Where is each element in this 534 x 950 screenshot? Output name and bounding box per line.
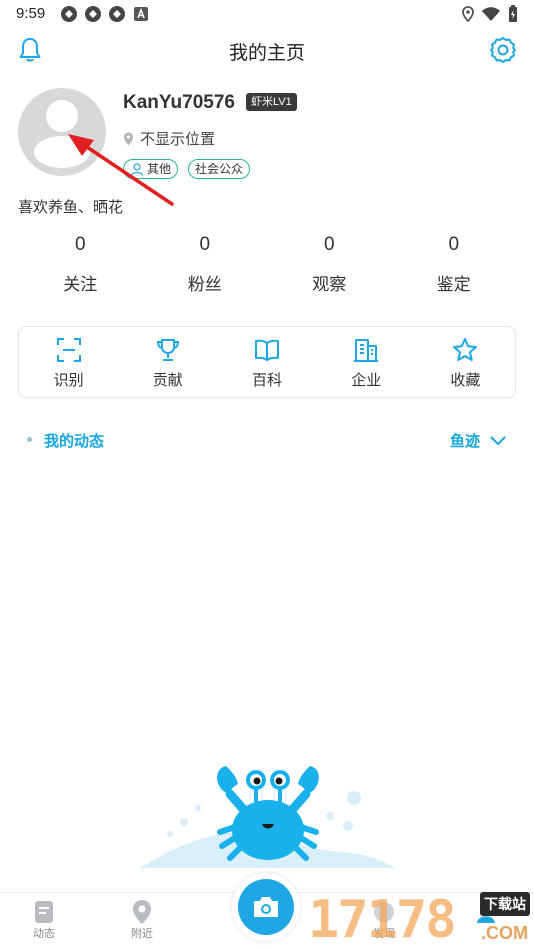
trophy-icon	[156, 339, 179, 361]
status-time: 9:59	[16, 5, 46, 22]
stat-observations[interactable]: 0 观察	[267, 234, 392, 295]
scan-icon	[56, 338, 81, 362]
feature-bar: 识别 贡献 百科 企业 收藏	[18, 326, 516, 398]
gear-icon[interactable]	[488, 35, 518, 65]
feature-encyclopedia[interactable]: 百科	[217, 327, 316, 397]
building-icon	[354, 339, 379, 362]
posts-filter-dropdown[interactable]: 鱼迹	[450, 430, 506, 451]
tag-public: 社会公众	[188, 159, 251, 179]
feature-enterprise[interactable]: 企业	[317, 327, 416, 397]
feature-identify[interactable]: 识别	[19, 327, 118, 397]
stat-value: 0	[448, 234, 460, 255]
annotation-arrow-icon	[68, 134, 174, 206]
app-header: 我的主页	[0, 28, 534, 72]
app-notification-icon	[84, 5, 102, 23]
feature-label: 收藏	[450, 372, 481, 389]
camera-button[interactable]	[232, 873, 300, 941]
book-icon	[255, 339, 279, 361]
level-badge: 虾米LV1	[246, 93, 297, 111]
camera-button-inner	[238, 879, 294, 935]
empty-state-crab-icon	[140, 766, 396, 868]
stat-following[interactable]: 0 关注	[18, 234, 143, 295]
stats-row: 0 关注 0 粉丝 0 观察 0 鉴定	[18, 234, 516, 295]
location-pin-icon	[133, 900, 151, 924]
watermark-domain: .COM	[481, 923, 528, 943]
wifi-icon	[482, 7, 500, 21]
app-notification-icon	[108, 5, 126, 23]
feature-label: 企业	[351, 372, 382, 389]
a-notification-icon	[132, 5, 150, 23]
stat-label: 关注	[63, 275, 98, 294]
username: KanYu70576	[123, 92, 235, 113]
nav-feed[interactable]: 动态	[32, 899, 56, 941]
posts-filter-label: 鱼迹	[449, 433, 480, 450]
feature-label: 识别	[53, 372, 84, 389]
feature-label: 贡献	[152, 372, 183, 389]
feature-contribution[interactable]: 贡献	[118, 327, 217, 397]
stat-label: 粉丝	[187, 275, 222, 294]
feature-favorites[interactable]: 收藏	[416, 327, 515, 397]
stat-identifications[interactable]: 0 鉴定	[392, 234, 517, 295]
location-icon	[462, 6, 474, 22]
nav-nearby[interactable]: 附近	[130, 899, 154, 941]
tag-label: 社会公众	[195, 161, 244, 176]
stat-label: 观察	[312, 275, 347, 294]
stat-followers[interactable]: 0 粉丝	[143, 234, 268, 295]
notification-icons	[60, 5, 150, 23]
star-icon	[453, 338, 478, 361]
feature-label: 百科	[252, 372, 283, 389]
feed-icon	[35, 901, 53, 923]
stat-label: 鉴定	[436, 275, 471, 294]
page-title: 我的主页	[228, 43, 305, 64]
chevron-down-icon	[490, 435, 506, 445]
status-bar: 9:59	[0, 0, 534, 28]
app-notification-icon	[60, 5, 78, 23]
watermark-site: 下载站	[480, 892, 530, 916]
camera-icon	[254, 897, 278, 917]
nav-label: 动态	[33, 928, 55, 940]
my-posts-header: 我的动态 鱼迹	[18, 428, 516, 452]
watermark: 17178 下载站 .COM	[308, 888, 534, 950]
stat-value: 0	[323, 234, 335, 255]
battery-icon	[509, 5, 517, 22]
bullet-dot	[27, 437, 32, 442]
stat-value: 0	[74, 234, 86, 255]
system-icons	[462, 5, 518, 23]
stat-value: 0	[199, 234, 211, 255]
my-posts-title[interactable]: 我的动态	[44, 430, 104, 451]
watermark-digits: 17178	[308, 890, 457, 950]
nav-label: 附近	[131, 928, 153, 940]
